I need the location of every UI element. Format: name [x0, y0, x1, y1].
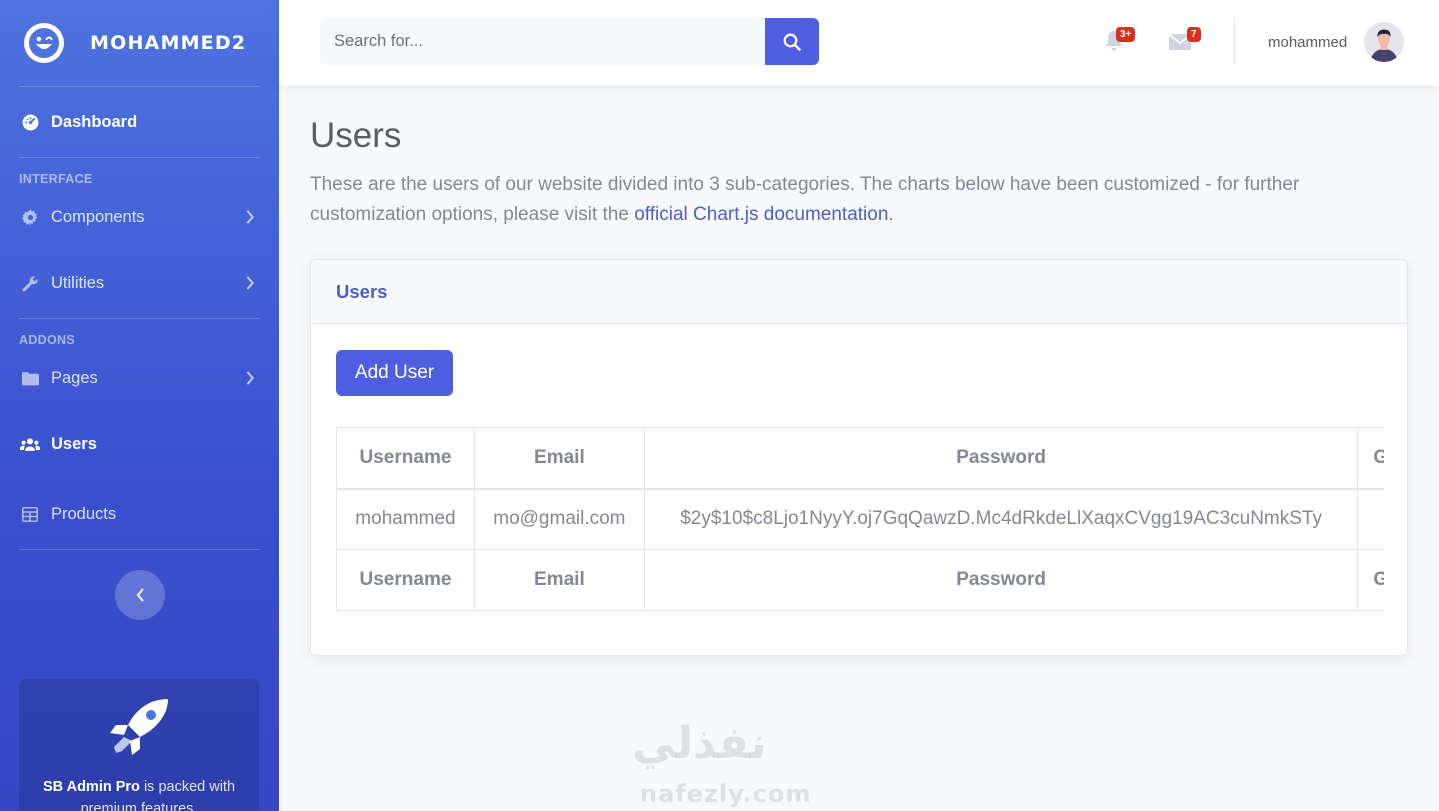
- column-header-username: Username: [336, 427, 475, 490]
- table-footer-row: Username Email Password G: [336, 549, 1384, 611]
- cell-password: $2y$10$c8Ljo1NyyY.oj7GqQawzD.Mc4dRkdeLlX…: [643, 488, 1359, 550]
- search-icon: [783, 33, 801, 51]
- topbar-divider: [1234, 18, 1235, 65]
- promo-text: SB Admin Pro is packed with premium feat…: [19, 776, 259, 811]
- sidebar-item-utilities[interactable]: Utilities: [0, 248, 279, 318]
- chartjs-docs-link[interactable]: official Chart.js documentation: [634, 204, 888, 225]
- sidebar-item-label: Utilities: [51, 273, 105, 292]
- sidebar-item-users[interactable]: Users: [0, 409, 279, 479]
- chevron-right-icon: [246, 210, 254, 224]
- users-card: Users Add User Username Email Password G…: [310, 259, 1408, 656]
- page-title: Users: [310, 116, 402, 155]
- sidebar-brand[interactable]: MOHAMMED2: [0, 0, 279, 86]
- rocket-icon: [110, 699, 168, 755]
- watermark-latin: nafezly.com: [640, 780, 812, 808]
- sidebar-item-label: Components: [51, 207, 145, 226]
- sidebar-item-label: Pages: [51, 368, 98, 387]
- column-footer-truncated: G: [1357, 549, 1384, 611]
- sidebar-heading-interface: INTERFACE: [19, 172, 93, 186]
- sidebar-heading-addons: ADDONS: [19, 333, 75, 347]
- table-icon: [20, 504, 40, 524]
- search-form: [320, 18, 819, 65]
- promo-title: SB Admin Pro: [42, 779, 140, 795]
- sidebar: MOHAMMED2 Dashboard INTERFACE Components…: [0, 0, 279, 811]
- chevron-right-icon: [246, 371, 254, 385]
- column-footer-password: Password: [643, 549, 1359, 611]
- messages-button[interactable]: 7: [1168, 27, 1201, 54]
- search-button[interactable]: [765, 18, 819, 65]
- table-header-row: Username Email Password G: [336, 427, 1384, 490]
- column-header-email: Email: [473, 427, 645, 490]
- watermark-arabic: نفذلي: [632, 718, 767, 769]
- sidebar-divider: [19, 549, 260, 550]
- topbar: 3+ 7 mohammed: [279, 0, 1439, 86]
- column-footer-username: Username: [336, 549, 475, 611]
- gear-icon: [20, 207, 40, 227]
- sidebar-item-components[interactable]: Components: [0, 186, 279, 248]
- users-table: Username Email Password G mohammed mo@gm…: [336, 427, 1384, 611]
- card-title: Users: [311, 260, 1407, 324]
- search-input[interactable]: [320, 18, 765, 65]
- cell-truncated: [1357, 488, 1384, 550]
- avatar[interactable]: [1364, 22, 1404, 62]
- column-footer-email: Email: [473, 549, 645, 611]
- column-header-password: Password: [643, 427, 1359, 490]
- table-row[interactable]: mohammed mo@gmail.com $2y$10$c8Ljo1NyyY.…: [336, 488, 1384, 550]
- alerts-badge: 3+: [1116, 27, 1136, 42]
- users-table-wrapper[interactable]: Username Email Password G mohammed mo@gm…: [336, 427, 1384, 612]
- sidebar-item-label: Users: [51, 434, 97, 453]
- column-header-truncated: G: [1357, 427, 1384, 490]
- sidebar-item-label: Dashboard: [51, 112, 138, 131]
- sidebar-toggle-button[interactable]: [114, 570, 165, 620]
- chevron-left-icon: [135, 588, 144, 602]
- description-end: .: [888, 204, 894, 225]
- chevron-right-icon: [246, 276, 254, 290]
- cell-email: mo@gmail.com: [473, 488, 645, 550]
- sidebar-item-pages[interactable]: Pages: [0, 347, 279, 409]
- page-description: These are the users of our website divid…: [310, 170, 1400, 230]
- wrench-icon: [20, 273, 40, 293]
- messages-badge: 7: [1187, 27, 1201, 42]
- promo-card: SB Admin Pro is packed with premium feat…: [19, 679, 259, 811]
- laugh-wink-icon: [24, 23, 64, 63]
- cell-username: mohammed: [336, 488, 475, 550]
- add-user-button[interactable]: Add User: [336, 350, 453, 396]
- brand-name: MOHAMMED2: [90, 32, 247, 54]
- sidebar-item-label: Products: [51, 504, 117, 523]
- alerts-button[interactable]: 3+: [1104, 27, 1136, 54]
- user-avatar-icon: [1364, 22, 1404, 62]
- tachometer-icon: [20, 112, 40, 132]
- users-icon: [20, 434, 40, 454]
- folder-icon: [20, 368, 40, 388]
- sidebar-item-dashboard[interactable]: Dashboard: [0, 87, 279, 157]
- user-name[interactable]: mohammed: [1268, 34, 1347, 51]
- sidebar-item-products[interactable]: Products: [0, 479, 279, 549]
